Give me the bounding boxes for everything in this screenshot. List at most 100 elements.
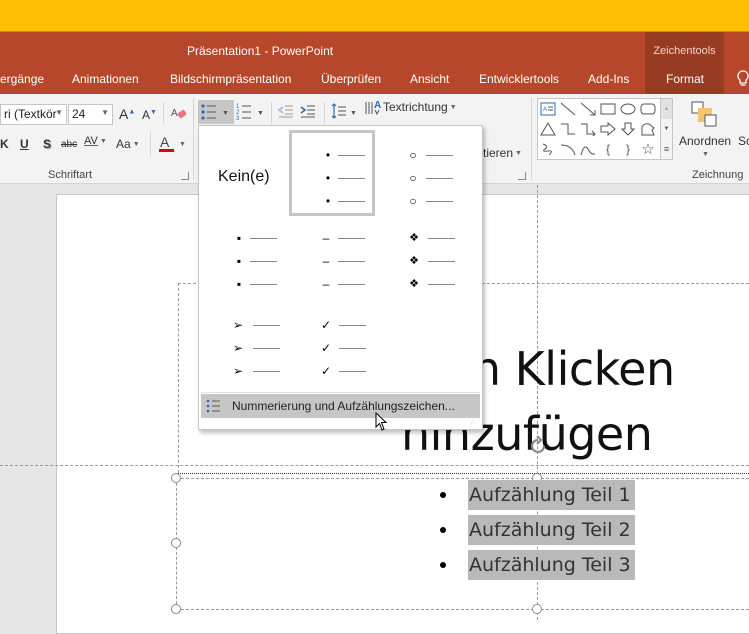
- bullet-style-four-diamond[interactable]: ❖ ❖ ❖: [376, 217, 462, 303]
- right-brace-shape-icon[interactable]: }: [618, 139, 638, 158]
- change-case-button[interactable]: Aa ▼: [116, 137, 140, 151]
- tab-review[interactable]: Überprüfen: [321, 72, 381, 86]
- line-shape-icon[interactable]: [558, 99, 578, 118]
- convert-smartart-label-partial: tieren: [483, 146, 514, 160]
- resize-handle-top-left[interactable]: [171, 473, 181, 483]
- font-size-combo[interactable]: 24 ▼: [68, 104, 113, 125]
- bullet-text[interactable]: Aufzählung Teil 2: [468, 515, 635, 545]
- resize-handle-bottom-center[interactable]: [532, 604, 542, 614]
- strikethrough-button[interactable]: abc: [61, 139, 77, 150]
- convert-smartart-button-partial[interactable]: tieren ▼: [483, 146, 522, 160]
- shadow-button[interactable]: S: [43, 137, 51, 151]
- arc-shape-icon[interactable]: [558, 139, 578, 158]
- arrow-line-shape-icon[interactable]: [578, 99, 598, 118]
- arrow-bullet-icon: ➢: [232, 318, 244, 332]
- bullet-style-hollow-round[interactable]: ○ ○ ○: [376, 130, 462, 216]
- quick-styles-button-partial[interactable]: Sc: [738, 134, 749, 148]
- content-placeholder-bottom-border: [176, 609, 749, 610]
- bullet-text[interactable]: Aufzählung Teil 3: [468, 550, 635, 580]
- svg-text:▼: ▼: [222, 110, 229, 117]
- elbow-arrow-connector-shape-icon[interactable]: [578, 119, 598, 138]
- character-spacing-label: AV: [84, 135, 98, 147]
- arrange-icon: [690, 100, 720, 135]
- tab-format[interactable]: Format: [666, 72, 704, 86]
- curve-shape-icon[interactable]: [578, 139, 598, 158]
- checkmark-bullet-icon: ✓: [320, 341, 332, 355]
- scroll-up-icon[interactable]: ▲: [661, 99, 672, 119]
- svg-text:▼: ▼: [257, 110, 264, 117]
- rotate-handle-icon[interactable]: [527, 435, 549, 462]
- svg-text:A: A: [171, 108, 178, 119]
- filled-round-bullet-icon: •: [325, 194, 331, 208]
- increase-indent-icon[interactable]: [299, 102, 317, 125]
- tell-me-lightbulb-icon[interactable]: [736, 70, 749, 93]
- resize-handle-bottom-left[interactable]: [171, 604, 181, 614]
- bullet-style-arrow[interactable]: ➢ ➢ ➢: [202, 304, 288, 390]
- bullets-and-numbering-label: Nummerierung und Aufzählungszeichen...: [232, 399, 455, 413]
- title-placeholder-bottom-border: [0, 465, 749, 466]
- rectangle-shape-icon[interactable]: [598, 99, 618, 118]
- bullet-style-filled-square[interactable]: ▪ ▪ ▪: [202, 217, 288, 303]
- tab-view[interactable]: Ansicht: [410, 72, 449, 86]
- four-diamond-bullet-icon: ❖: [409, 278, 419, 290]
- dash-bullet-icon: –: [322, 231, 330, 245]
- left-brace-shape-icon[interactable]: {: [598, 139, 618, 158]
- oval-shape-icon[interactable]: [618, 99, 638, 118]
- text-direction-icon: A: [364, 98, 382, 121]
- rounded-rectangle-shape-icon[interactable]: [638, 99, 658, 118]
- line-spacing-button[interactable]: ▼: [331, 102, 357, 127]
- shrink-font-icon[interactable]: A▼: [142, 108, 157, 122]
- text-direction-button[interactable]: Textrichtung ▼: [383, 100, 457, 114]
- checkmark-bullet-icon: ✓: [320, 318, 332, 332]
- grow-font-icon[interactable]: A▲: [119, 106, 135, 122]
- gallery-more-icon[interactable]: ≡: [661, 139, 672, 159]
- bullets-button[interactable]: ▼: [198, 100, 234, 124]
- bullet-style-filled-round[interactable]: • • •: [289, 130, 375, 216]
- shapes-gallery[interactable]: A { } ☆: [537, 98, 661, 160]
- freeform-shape-icon[interactable]: [638, 119, 658, 138]
- font-color-button[interactable]: A ▼: [158, 134, 190, 159]
- textbox-shape-icon[interactable]: A: [538, 99, 558, 118]
- down-arrow-shape-icon[interactable]: [618, 119, 638, 138]
- bullet-style-dash[interactable]: – – –: [289, 217, 375, 303]
- hollow-round-bullet-icon: ○: [409, 194, 417, 208]
- text-direction-label: Textrichtung: [383, 100, 448, 114]
- tab-addins[interactable]: Add-Ins: [588, 72, 629, 86]
- italic-button-partial[interactable]: K: [0, 137, 9, 151]
- svg-text:▼: ▼: [350, 110, 357, 117]
- underline-button[interactable]: U: [20, 137, 29, 151]
- resize-grip-icon[interactable]: ∴: [471, 420, 475, 426]
- dropdown-divider: [201, 392, 480, 393]
- triangle-shape-icon[interactable]: [538, 119, 558, 138]
- elbow-connector-shape-icon[interactable]: [558, 119, 578, 138]
- arrow-bullet-icon: ➢: [232, 341, 244, 355]
- bullet-style-none[interactable]: Kein(e): [202, 130, 288, 216]
- font-size-value: 24: [72, 107, 86, 121]
- bullet-text[interactable]: Aufzählung Teil 1: [468, 480, 635, 510]
- font-dialog-launcher-icon[interactable]: [181, 172, 189, 180]
- decrease-indent-icon[interactable]: [277, 102, 295, 125]
- bullets-dropdown-gallery: Kein(e) • • • ○ ○ ○ ▪ ▪ ▪ – – – ❖ ❖ ❖ ➢ …: [198, 125, 483, 430]
- arrange-button[interactable]: Anordnen: [679, 134, 731, 148]
- scribble-shape-icon[interactable]: [538, 139, 558, 158]
- window-top-strip: [0, 0, 749, 32]
- none-label: Kein(e): [218, 168, 270, 185]
- shapes-gallery-scrollbar[interactable]: ▲ ▼ ≡: [661, 98, 673, 160]
- right-arrow-shape-icon[interactable]: [598, 119, 618, 138]
- font-name-combo[interactable]: ri (Textkör ▼: [0, 104, 67, 125]
- character-spacing-button[interactable]: AV ▼: [84, 135, 107, 147]
- dash-bullet-icon: –: [322, 277, 330, 291]
- bullets-and-numbering-menu-item[interactable]: Nummerierung und Aufzählungszeichen...: [201, 394, 480, 418]
- paragraph-dialog-launcher-icon[interactable]: [518, 172, 526, 180]
- star-shape-icon[interactable]: ☆: [638, 139, 658, 158]
- mouse-pointer-icon: [375, 411, 389, 437]
- tab-transitions[interactable]: ergänge: [0, 72, 44, 86]
- clear-formatting-icon[interactable]: A: [170, 105, 188, 128]
- bullet-style-checkmark[interactable]: ✓ ✓ ✓: [289, 304, 375, 390]
- tab-slideshow[interactable]: Bildschirmpräsentation: [170, 72, 291, 86]
- resize-handle-middle-left[interactable]: [171, 538, 181, 548]
- tab-animations[interactable]: Animationen: [72, 72, 139, 86]
- content-placeholder-dotted-top: [178, 473, 749, 474]
- scroll-down-icon[interactable]: ▼: [661, 119, 672, 139]
- tab-developer[interactable]: Entwicklertools: [479, 72, 559, 86]
